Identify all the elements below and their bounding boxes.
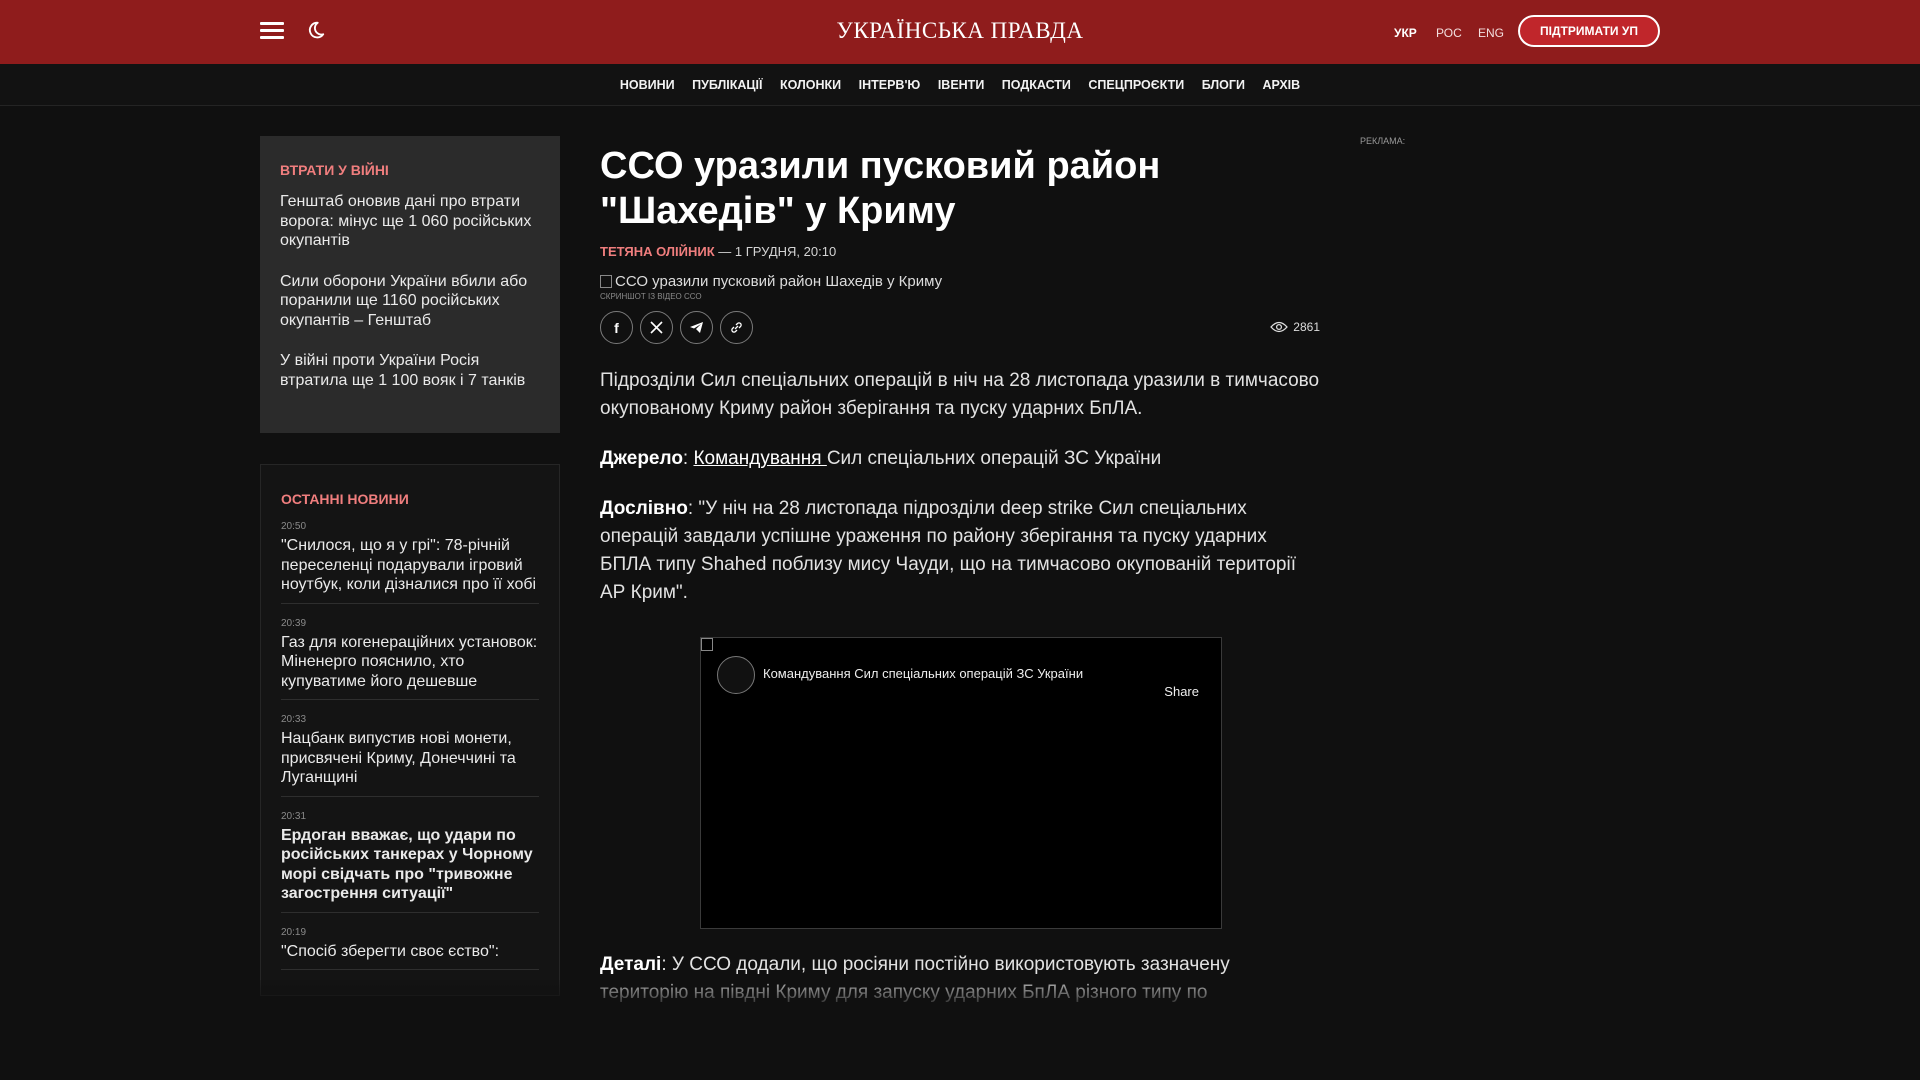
war-losses-title[interactable]: ВТРАТИ У ВІЙНІ xyxy=(280,162,540,178)
article-image: ССО уразили пусковий район Шахедів у Кри… xyxy=(600,273,1320,290)
source-label: Джерело xyxy=(600,448,683,469)
article: ССО уразили пусковий район "Шахедів" у К… xyxy=(600,136,1320,1007)
nav-item-interviews[interactable]: ІНТЕРВ'Ю xyxy=(859,78,921,92)
quote-paragraph: Дослівно: "У ніч на 28 листопада підрозд… xyxy=(600,495,1320,607)
details-label: Деталі xyxy=(600,954,662,975)
embed-share-button[interactable]: Share xyxy=(1164,684,1199,699)
news-time: 20:39 xyxy=(281,617,307,629)
author-link[interactable]: ТЕТЯНА ОЛІЙНИК xyxy=(600,244,715,259)
nav-item-columns[interactable]: КОЛОНКИ xyxy=(780,78,841,92)
news-item[interactable]: 20:39 Газ для когенераційних установок: … xyxy=(281,617,539,700)
source-paragraph: Джерело: Командування Сил спеціальних оп… xyxy=(600,448,1162,469)
publish-date: — 1 ГРУДНЯ, 20:10 xyxy=(718,244,837,259)
top-header-bar: УКРАЇНСЬКА ПРАВДА УКР РОС ENG ПІДТРИМАТИ… xyxy=(0,0,1920,64)
lang-eng[interactable]: ENG xyxy=(1478,26,1504,40)
quote-text: : "У ніч на 28 листопада підрозділи deep… xyxy=(600,498,1296,603)
news-item[interactable]: 20:19 "Спосіб зберегти своє єство": xyxy=(281,926,539,970)
views-value: 2861 xyxy=(1293,320,1320,334)
news-title[interactable]: Нацбанк випустив нові монети, присвячені… xyxy=(281,729,539,788)
loss-link[interactable]: Генштаб оновив дані про втрати ворога: м… xyxy=(280,192,540,251)
latest-news-title[interactable]: ОСТАННІ НОВИНИ xyxy=(281,491,539,507)
lang-ukr[interactable]: УКР xyxy=(1394,26,1417,40)
news-time: 20:50 xyxy=(281,521,307,532)
news-item[interactable]: 20:50 "Снилося, що я у грі": 78-річній п… xyxy=(281,521,539,604)
nav-item-publications[interactable]: ПУБЛІКАЦІЇ xyxy=(692,78,762,92)
x-icon[interactable] xyxy=(640,311,673,344)
embedded-video[interactable]: Командування Сил спеціальних операцій ЗС… xyxy=(700,637,1222,929)
news-time: 20:19 xyxy=(281,926,307,938)
byline: ТЕТЯНА ОЛІЙНИК — 1 ГРУДНЯ, 20:10 xyxy=(600,244,1320,259)
news-item[interactable]: 20:33 Нацбанк випустив нові монети, прис… xyxy=(281,714,539,797)
war-losses-box: ВТРАТИ У ВІЙНІ Генштаб оновив дані про в… xyxy=(260,136,560,433)
loss-link[interactable]: Сили оборони України вбили або поранили … xyxy=(280,272,540,331)
quote-label: Дослівно xyxy=(600,498,688,519)
image-alt-text: ССО уразили пусковий район Шахедів у Кри… xyxy=(615,273,943,290)
news-title[interactable]: Ердоган вважає, що удари по російських т… xyxy=(281,826,539,904)
embed-channel-name[interactable]: Командування Сил спеціальних операцій ЗС… xyxy=(763,666,1083,681)
lang-ros[interactable]: РОС xyxy=(1436,26,1462,40)
nav-item-events[interactable]: ІВЕНТИ xyxy=(938,78,984,92)
paragraph-1: Підрозділи Сил спеціальних операцій в ні… xyxy=(600,370,1320,419)
nav-item-news[interactable]: НОВИНИ xyxy=(620,78,675,92)
facebook-icon[interactable]: f xyxy=(600,311,633,344)
news-item[interactable]: 20:31 Ердоган вважає, що удари по російс… xyxy=(281,811,539,913)
nav-item-podcasts[interactable]: ПОДКАСТИ xyxy=(1002,78,1071,92)
image-caption: СКРИНШОТ ІЗ ВІДЕО ССО xyxy=(600,292,702,301)
news-title[interactable]: "Спосіб зберегти своє єство": xyxy=(281,942,539,962)
latest-news-box: ОСТАННІ НОВИНИ 20:50 "Снилося, що я у гр… xyxy=(260,464,560,996)
support-button[interactable]: ПІДТРИМАТИ УП xyxy=(1518,15,1660,47)
ad-label: РЕКЛАМА: xyxy=(1360,136,1406,146)
view-count: 2861 xyxy=(1270,320,1320,334)
news-title[interactable]: Газ для когенераційних установок: Мінене… xyxy=(281,633,539,692)
link-icon[interactable] xyxy=(720,311,753,344)
telegram-icon[interactable] xyxy=(680,311,713,344)
nav-item-blogs[interactable]: БЛОГИ xyxy=(1202,78,1245,92)
nav-item-archive[interactable]: АРХІВ xyxy=(1262,78,1300,92)
news-time: 20:33 xyxy=(281,714,307,725)
source-rest: Сил спеціальних операцій ЗС України xyxy=(826,448,1162,469)
broken-image-icon xyxy=(701,638,713,651)
news-time: 20:31 xyxy=(281,810,307,822)
eye-icon xyxy=(1270,321,1289,333)
main-nav: НОВИНИ ПУБЛІКАЦІЇ КОЛОНКИ ІНТЕРВ'Ю ІВЕНТ… xyxy=(0,64,1920,106)
bottom-fade-overlay xyxy=(0,980,1920,1080)
nav-item-special-projects[interactable]: СПЕЦПРОЄКТИ xyxy=(1088,78,1184,92)
broken-image-icon xyxy=(600,275,612,288)
share-row: f 2861 xyxy=(600,311,1320,347)
article-title: ССО уразили пусковий район "Шахедів" у К… xyxy=(600,145,1161,232)
channel-avatar[interactable] xyxy=(717,656,755,694)
source-link[interactable]: Командування xyxy=(693,448,826,469)
loss-link[interactable]: У війні проти України Росія втратила ще … xyxy=(280,351,540,390)
news-title[interactable]: "Снилося, що я у грі": 78-річній пересел… xyxy=(281,536,539,595)
